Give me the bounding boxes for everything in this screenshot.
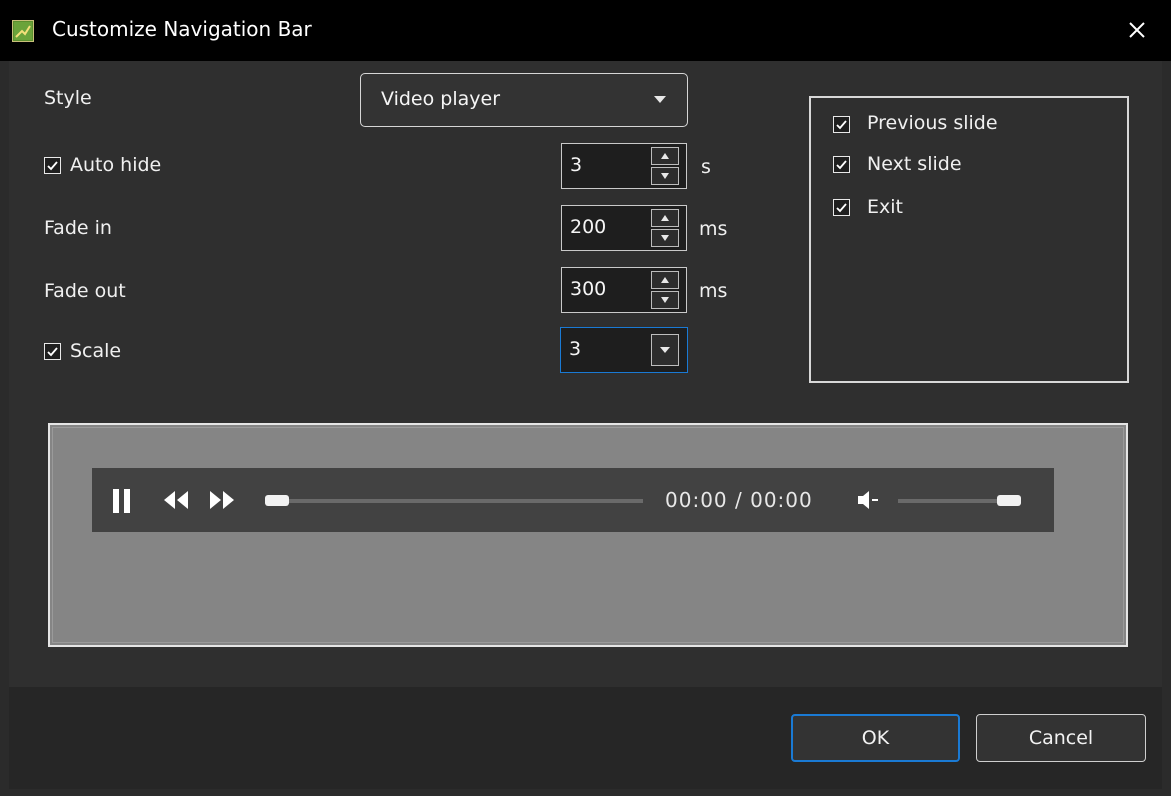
fade-out-unit: ms xyxy=(699,280,728,302)
auto-hide-value: 3 xyxy=(570,154,583,176)
checkmark-icon xyxy=(836,120,847,130)
next-slide-label: Next slide xyxy=(867,153,962,175)
chevron-down-icon xyxy=(660,347,670,353)
spin-up-button[interactable] xyxy=(651,271,679,289)
scale-dropdown[interactable]: 3 xyxy=(560,327,688,373)
spin-up-button[interactable] xyxy=(651,209,679,227)
fade-out-value: 300 xyxy=(570,278,607,300)
close-icon xyxy=(1129,22,1145,38)
preview-frame xyxy=(52,427,1124,643)
fade-in-spinbox[interactable]: 200 xyxy=(561,205,687,251)
fade-in-value: 200 xyxy=(570,216,607,238)
arrow-up-icon xyxy=(661,215,669,221)
arrow-up-icon xyxy=(661,277,669,283)
spin-up-button[interactable] xyxy=(651,147,679,165)
fade-in-label: Fade in xyxy=(44,217,112,239)
spin-down-button[interactable] xyxy=(651,229,679,247)
checkmark-icon xyxy=(47,347,58,357)
window-title: Customize Navigation Bar xyxy=(52,17,312,41)
fade-in-unit: ms xyxy=(699,218,728,240)
auto-hide-unit: s xyxy=(701,156,711,178)
cancel-button[interactable]: Cancel xyxy=(976,714,1146,762)
chevron-down-icon xyxy=(654,96,666,103)
fade-out-spinbox[interactable]: 300 xyxy=(561,267,687,313)
time-display: 00:00 / 00:00 xyxy=(665,488,813,512)
navigation-bar-preview: 00:00 / 00:00 xyxy=(48,423,1128,647)
previous-slide-checkbox[interactable] xyxy=(833,116,850,133)
arrow-down-icon xyxy=(661,173,669,179)
scale-value: 3 xyxy=(569,338,582,360)
fast-forward-icon xyxy=(210,491,234,509)
volume-icon xyxy=(858,491,878,509)
arrow-up-icon xyxy=(661,153,669,159)
app-icon xyxy=(12,20,34,42)
close-button[interactable] xyxy=(1116,10,1158,50)
ok-button[interactable]: OK xyxy=(791,714,960,762)
pause-icon xyxy=(113,489,130,513)
auto-hide-label: Auto hide xyxy=(70,154,162,176)
volume-thumb xyxy=(996,495,1021,506)
spin-down-button[interactable] xyxy=(651,167,679,185)
exit-label: Exit xyxy=(867,196,903,218)
auto-hide-spinbox[interactable]: 3 xyxy=(561,143,687,189)
scale-checkbox[interactable] xyxy=(44,343,61,360)
checkmark-icon xyxy=(836,160,847,170)
next-slide-checkbox[interactable] xyxy=(833,156,850,173)
scale-label: Scale xyxy=(70,340,122,362)
arrow-down-icon xyxy=(661,235,669,241)
style-value: Video player xyxy=(381,88,501,110)
previous-slide-label: Previous slide xyxy=(867,112,998,134)
checkmark-icon xyxy=(47,161,58,171)
style-dropdown[interactable]: Video player xyxy=(360,73,688,127)
scale-dropdown-button[interactable] xyxy=(651,334,679,366)
seek-thumb xyxy=(265,495,289,506)
arrow-down-icon xyxy=(661,297,669,303)
rewind-icon xyxy=(164,491,188,509)
exit-checkbox[interactable] xyxy=(833,199,850,216)
title-bar: Customize Navigation Bar xyxy=(0,0,1171,61)
player-bar: 00:00 / 00:00 xyxy=(92,468,1054,532)
buttons-list: Previous slide Next slide Exit xyxy=(809,96,1129,383)
fade-out-label: Fade out xyxy=(44,280,126,302)
style-label: Style xyxy=(44,87,92,109)
spin-down-button[interactable] xyxy=(651,291,679,309)
seek-track xyxy=(265,499,643,503)
checkmark-icon xyxy=(836,203,847,213)
auto-hide-checkbox[interactable] xyxy=(44,157,61,174)
